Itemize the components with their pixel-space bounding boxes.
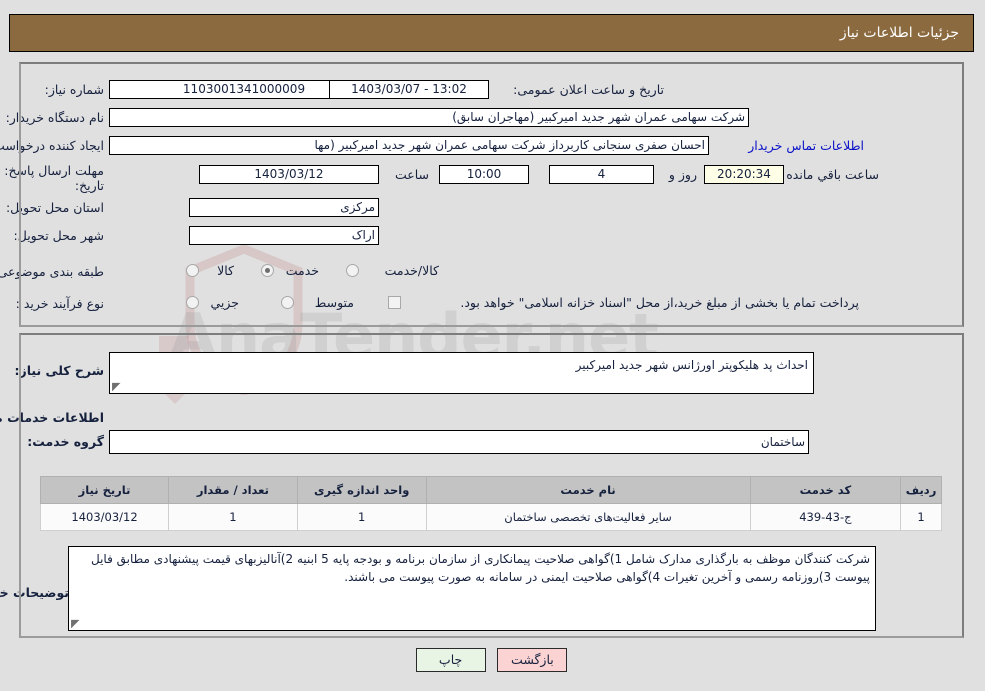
cell-unit: 1 xyxy=(297,503,428,531)
cell-need-date: 1403/03/12 xyxy=(40,503,171,531)
print-button[interactable]: چاپ xyxy=(416,648,487,672)
table-row: 1 ج-43-439 سایر فعالیت‌های تخصصی ساختمان… xyxy=(40,503,943,531)
cell-quantity: 1 xyxy=(169,503,299,531)
cell-service-name: سایر فعالیت‌های تخصصی ساختمان xyxy=(426,503,752,531)
th-service-code: کد خدمت xyxy=(750,476,903,504)
th-need-date: تاریخ نیاز xyxy=(40,476,171,504)
page-title: جزئیات اطلاعات نیاز xyxy=(840,25,960,41)
cell-service-code: ج-43-439 xyxy=(750,503,903,531)
th-service-name: نام خدمت xyxy=(426,476,752,504)
cell-radif: 1 xyxy=(901,503,943,531)
page-header: جزئیات اطلاعات نیاز xyxy=(10,14,975,52)
summary-panel xyxy=(20,62,965,327)
footer-button-bar: بازگشت چاپ xyxy=(0,648,985,672)
back-button[interactable]: بازگشت xyxy=(498,648,569,672)
services-table: ردیف کد خدمت نام خدمت واحد اندازه گیری ت… xyxy=(40,476,943,531)
th-radif: ردیف xyxy=(901,476,943,504)
th-unit: واحد اندازه گیری xyxy=(297,476,428,504)
table-header-row: ردیف کد خدمت نام خدمت واحد اندازه گیری ت… xyxy=(40,476,943,504)
th-quantity: تعداد / مقدار xyxy=(169,476,299,504)
